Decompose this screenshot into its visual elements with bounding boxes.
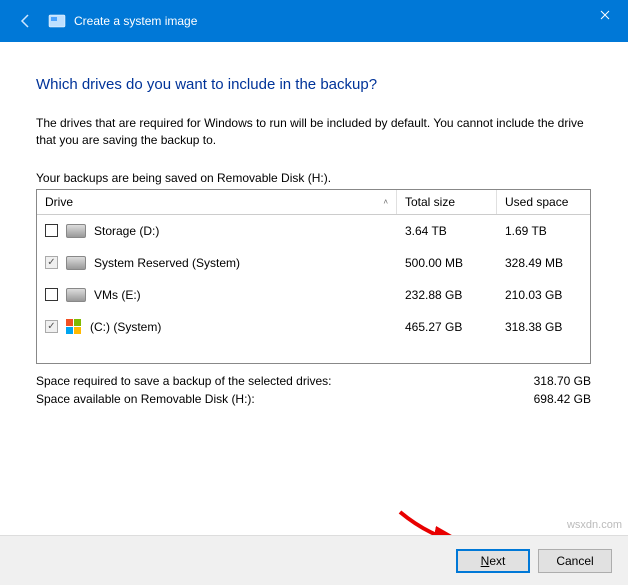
windows-logo-icon [66,319,82,335]
summary-required-label: Space required to save a backup of the s… [36,374,332,388]
next-button[interactable]: Next [456,549,530,573]
drive-name: Storage (D:) [94,224,159,238]
drive-checkbox[interactable] [45,224,58,237]
cell-total-size: 232.88 GB [397,288,497,302]
cancel-button[interactable]: Cancel [538,549,612,573]
page-heading: Which drives do you want to include in t… [36,76,598,93]
cell-total-size: 3.64 TB [397,224,497,238]
table-row[interactable]: System Reserved (System) 500.00 MB328.49 … [37,247,590,279]
cell-used-space: 318.38 GB [497,320,590,334]
cell-drive: VMs (E:) [37,288,397,302]
cell-used-space: 210.03 GB [497,288,590,302]
hard-drive-icon [66,288,86,302]
cell-used-space: 328.49 MB [497,256,590,270]
drive-checkbox [45,320,58,333]
cell-total-size: 500.00 MB [397,256,497,270]
hard-drive-icon [66,256,86,270]
column-header-total[interactable]: Total size [397,190,497,214]
close-button[interactable] [582,0,628,30]
summary-required-value: 318.70 GB [534,374,591,388]
cell-drive: Storage (D:) [37,224,397,238]
page-description: The drives that are required for Windows… [36,115,596,149]
wizard-footer: Next Cancel [0,535,628,585]
column-header-used[interactable]: Used space [497,190,590,214]
cell-used-space: 1.69 TB [497,224,590,238]
table-row[interactable]: (C:) (System) 465.27 GB318.38 GB [37,311,590,343]
table-body: Storage (D:) 3.64 TB1.69 TB System Reserve… [37,215,590,343]
summary-available-row: Space available on Removable Disk (H:): … [36,390,591,408]
back-button[interactable] [14,9,38,33]
arrow-left-icon [18,13,34,29]
sort-indicator-icon: ˄ [383,197,388,206]
table-row[interactable]: VMs (E:) 232.88 GB210.03 GB [37,279,590,311]
app-icon [48,12,66,30]
cell-drive: System Reserved (System) [37,256,397,270]
cell-total-size: 465.27 GB [397,320,497,334]
titlebar: Create a system image [0,0,628,42]
table-header-row: Drive˄ Total size Used space [37,190,590,215]
close-icon [600,10,610,20]
summary-section: Space required to save a backup of the s… [36,372,591,408]
drive-checkbox [45,256,58,269]
summary-required-row: Space required to save a backup of the s… [36,372,591,390]
drive-name: VMs (E:) [94,288,141,302]
drives-table: Drive˄ Total size Used space Storage (D:… [36,189,591,364]
drive-name: System Reserved (System) [94,256,240,270]
summary-available-value: 698.42 GB [534,392,591,406]
wizard-content: Which drives do you want to include in t… [0,42,628,408]
table-row[interactable]: Storage (D:) 3.64 TB1.69 TB [37,215,590,247]
saving-location-info: Your backups are being saved on Removabl… [36,171,598,185]
drive-checkbox[interactable] [45,288,58,301]
hard-drive-icon [66,224,86,238]
window-title: Create a system image [74,14,197,28]
column-header-drive[interactable]: Drive˄ [37,190,397,214]
next-hotkey: N [481,554,490,568]
watermark: wsxdn.com [567,519,622,531]
table-spacer [37,343,590,363]
summary-available-label: Space available on Removable Disk (H:): [36,392,255,406]
drive-name: (C:) (System) [90,320,161,334]
cell-drive: (C:) (System) [37,319,397,335]
